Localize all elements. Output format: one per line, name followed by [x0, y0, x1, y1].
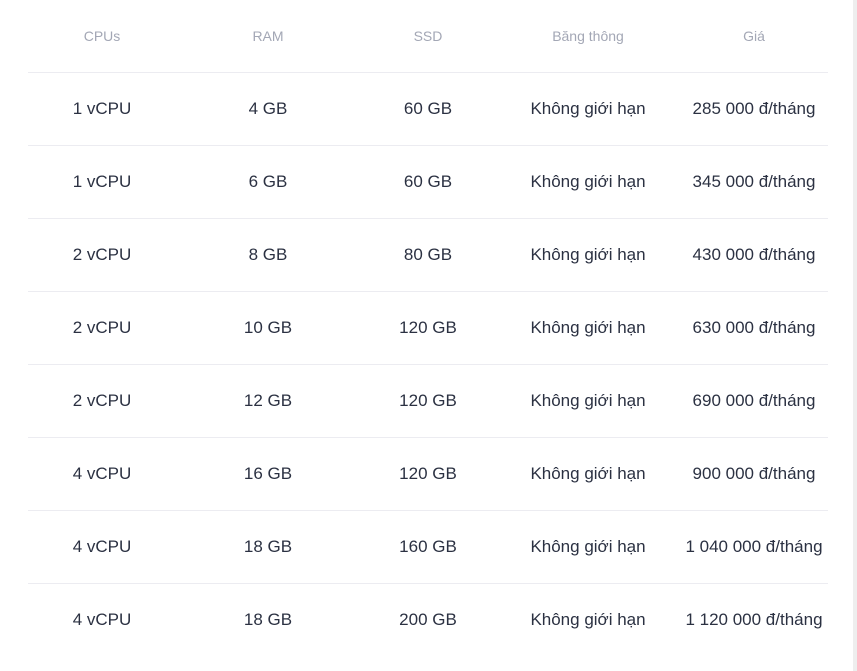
cell-bandwidth: Không giới hạn [496, 145, 680, 219]
cell-cpus: 4 vCPU [28, 510, 176, 584]
cell-cpus: 4 vCPU [28, 437, 176, 511]
cell-bandwidth: Không giới hạn [496, 218, 680, 292]
table-row: 2 vCPU 8 GB 80 GB Không giới hạn 430 000… [28, 218, 828, 292]
cell-price: 1 040 000 đ/tháng [680, 510, 828, 584]
vps-pricing-table: CPUs RAM SSD Băng thông Giá 1 vCPU 4 GB … [28, 0, 828, 656]
cell-ram: 6 GB [176, 145, 360, 219]
column-header-bandwidth: Băng thông [496, 0, 680, 73]
cell-price: 345 000 đ/tháng [680, 145, 828, 219]
cell-cpus: 2 vCPU [28, 291, 176, 365]
table-row: 4 vCPU 18 GB 160 GB Không giới hạn 1 040… [28, 510, 828, 584]
column-header-cpus: CPUs [28, 0, 176, 73]
cell-ssd: 60 GB [360, 72, 496, 146]
cell-cpus: 1 vCPU [28, 72, 176, 146]
column-header-price: Giá [680, 0, 828, 73]
cell-ram: 18 GB [176, 510, 360, 584]
cell-ssd: 120 GB [360, 291, 496, 365]
cell-ram: 18 GB [243, 610, 293, 629]
cell-price: 1 120 000 đ/tháng [685, 610, 823, 629]
table-header-row: CPUs RAM SSD Băng thông Giá [28, 0, 828, 73]
cell-ram: 8 GB [176, 218, 360, 292]
cell-price: 630 000 đ/tháng [680, 291, 828, 365]
cell-ram: 4 GB [176, 72, 360, 146]
cell-ram: 16 GB [176, 437, 360, 511]
column-header-ssd: SSD [360, 0, 496, 73]
cell-bandwidth: Không giới hạn [530, 610, 646, 629]
cell-ssd: 160 GB [360, 510, 496, 584]
cell-ssd: 120 GB [360, 364, 496, 438]
cell-bandwidth: Không giới hạn [496, 364, 680, 438]
page-scrollbar-edge[interactable] [853, 0, 857, 671]
cell-cpus: 1 vCPU [28, 145, 176, 219]
cell-cpus: 2 vCPU [28, 218, 176, 292]
cell-bandwidth: Không giới hạn [496, 72, 680, 146]
pricing-page: CPUs RAM SSD Băng thông Giá 1 vCPU 4 GB … [0, 0, 857, 671]
cell-price: 690 000 đ/tháng [680, 364, 828, 438]
cell-ram: 12 GB [176, 364, 360, 438]
table-row: 4 vCPU 16 GB 120 GB Không giới hạn 900 0… [28, 437, 828, 511]
table-row: 2 vCPU 12 GB 120 GB Không giới hạn 690 0… [28, 364, 828, 438]
cell-ssd: 80 GB [360, 218, 496, 292]
cell-bandwidth: Không giới hạn [496, 510, 680, 584]
table-row: 4 vCPU 18 GB 200 GB Không giới hạn 1 120… [28, 584, 828, 657]
table-row: 2 vCPU 10 GB 120 GB Không giới hạn 630 0… [28, 291, 828, 365]
cell-price: 285 000 đ/tháng [680, 72, 828, 146]
cell-ram: 10 GB [176, 291, 360, 365]
cell-ssd: 120 GB [360, 437, 496, 511]
cell-price: 430 000 đ/tháng [680, 218, 828, 292]
cell-ssd: 60 GB [360, 145, 496, 219]
cell-ssd: 200 GB [399, 610, 457, 629]
table-row: 1 vCPU 6 GB 60 GB Không giới hạn 345 000… [28, 145, 828, 219]
cell-cpus: 4 vCPU [72, 610, 132, 629]
cell-bandwidth: Không giới hạn [496, 437, 680, 511]
cell-price: 900 000 đ/tháng [680, 437, 828, 511]
cell-bandwidth: Không giới hạn [496, 291, 680, 365]
table-row: 1 vCPU 4 GB 60 GB Không giới hạn 285 000… [28, 72, 828, 146]
column-header-ram: RAM [176, 0, 360, 73]
cell-cpus: 2 vCPU [28, 364, 176, 438]
